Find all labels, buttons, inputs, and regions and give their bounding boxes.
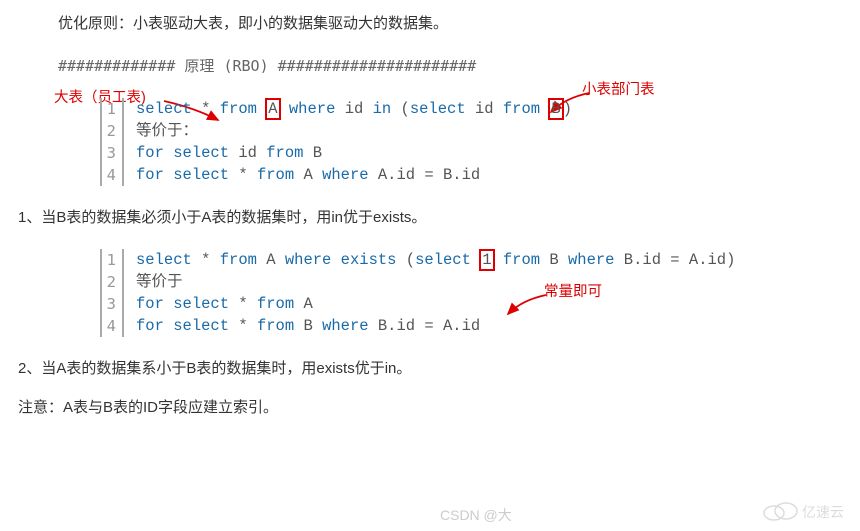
line-num: 2 — [102, 271, 124, 293]
point-1: 1、当B表的数据集必须小于A表的数据集时，用in优于exists。 — [18, 206, 860, 227]
code-text: select * from A where exists (select 1 f… — [124, 249, 735, 271]
code-text: for select * from A where A.id = B.id — [124, 164, 480, 186]
boxed-B: B — [548, 98, 563, 120]
code-row: 3 for select id from B — [102, 142, 860, 164]
code-text: for select * from B where B.id = A.id — [124, 315, 480, 337]
line-num: 3 — [102, 293, 124, 315]
hash-left: ############# — [58, 57, 175, 75]
line-num: 4 — [102, 315, 124, 337]
rbo-heading: ############# 原理 (RBO) #################… — [58, 55, 860, 76]
heading-title: 原理 (RBO) — [175, 57, 277, 75]
code-row: 2 等价于 — [102, 271, 860, 293]
code-row: 4 for select * from A where A.id = B.id — [102, 164, 860, 186]
code-row: 3 for select * from A — [102, 293, 860, 315]
hash-right: ###################### — [278, 57, 477, 75]
line-num: 2 — [102, 120, 124, 142]
code-text: for select * from A — [124, 293, 313, 315]
line-num: 3 — [102, 142, 124, 164]
code-row: 1 select * from A where exists (select 1… — [102, 249, 860, 271]
line-num: 1 — [102, 249, 124, 271]
watermark-logo: 亿速云 — [760, 499, 850, 529]
code-text: 等价于 — [124, 271, 183, 293]
point-2: 2、当A表的数据集系小于B表的数据集时，用exists优于in。 — [18, 357, 860, 378]
code-text: for select id from B — [124, 142, 322, 164]
code-block-2: 1 select * from A where exists (select 1… — [100, 249, 860, 337]
note-text: 注意：A表与B表的ID字段应建立索引。 — [18, 396, 860, 417]
code-row: 4 for select * from B where B.id = A.id — [102, 315, 860, 337]
line-num: 4 — [102, 164, 124, 186]
cloud-icon: 亿速云 — [760, 499, 850, 525]
code-row: 1 select * from A where id in (select id… — [102, 98, 860, 120]
code-row: 2 等价于： — [102, 120, 860, 142]
code-text: 等价于： — [124, 120, 198, 142]
watermark-csdn: CSDN @大 — [440, 505, 512, 525]
principle-text: 优化原则：小表驱动大表，即小的数据集驱动大的数据集。 — [58, 12, 860, 33]
code-block-1: 1 select * from A where id in (select id… — [100, 98, 860, 186]
code-text: select * from A where id in (select id f… — [124, 98, 572, 120]
svg-text:亿速云: 亿速云 — [802, 505, 844, 521]
boxed-A: A — [265, 98, 280, 120]
line-num: 1 — [102, 98, 124, 120]
boxed-1: 1 — [479, 249, 494, 271]
